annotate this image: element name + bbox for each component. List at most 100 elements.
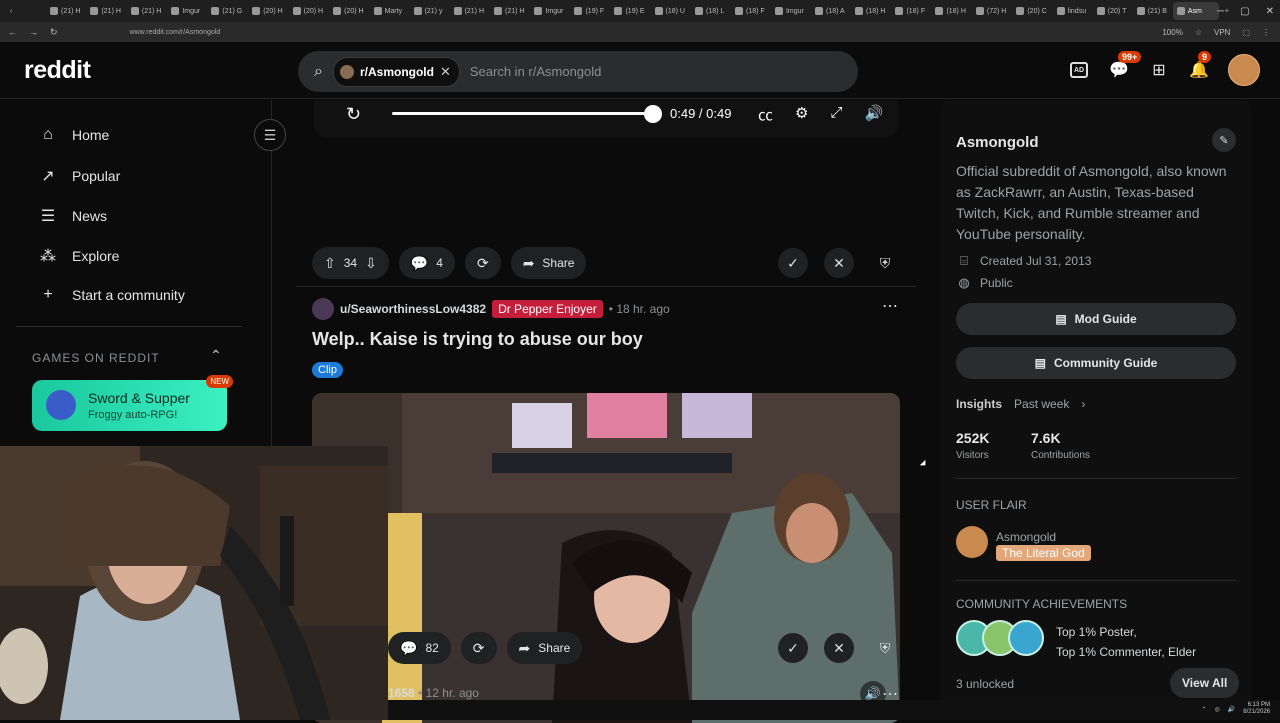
browser-tab[interactable]: (72) H bbox=[972, 2, 1010, 20]
fullscreen-icon[interactable]: ⤢ bbox=[830, 104, 842, 125]
sidebar-item-home[interactable]: ⌂ Home bbox=[38, 126, 109, 144]
browser-tab[interactable]: (21) H bbox=[450, 2, 488, 20]
browser-tab[interactable]: Imgur bbox=[771, 2, 809, 20]
browser-tab[interactable]: Imgur bbox=[530, 2, 568, 20]
comments-button[interactable]: 💬 82 bbox=[388, 632, 451, 664]
shield-icon[interactable]: ⛨ bbox=[870, 248, 900, 278]
browser-tab[interactable]: (20) T bbox=[1093, 2, 1131, 20]
browser-tab[interactable]: Asm bbox=[1172, 2, 1219, 20]
crosspost-button[interactable]: ⟳ bbox=[464, 247, 501, 279]
notifications-icon[interactable]: 🔔 9 bbox=[1188, 51, 1212, 81]
tray-chevron-icon[interactable]: ⌃ bbox=[1202, 706, 1207, 713]
browser-tab[interactable]: (18) L bbox=[691, 2, 729, 20]
mod-guide-button[interactable]: ▤ Mod Guide bbox=[956, 303, 1236, 335]
extensions-icon[interactable]: ⬚ bbox=[1242, 28, 1250, 37]
browser-tab[interactable]: (18) F bbox=[891, 2, 929, 20]
reload-icon[interactable]: ↻ bbox=[50, 27, 58, 38]
video-progress-thumb[interactable] bbox=[644, 105, 662, 123]
remove-icon[interactable]: ✕ bbox=[824, 248, 854, 278]
post-video[interactable]: 🔊 bbox=[312, 393, 900, 723]
crosspost-button[interactable]: ⟳ bbox=[460, 632, 497, 664]
video-progress-track[interactable] bbox=[392, 112, 654, 115]
edit-pencil-icon[interactable]: ✎ bbox=[1212, 128, 1236, 152]
share-button[interactable]: ➦ Share bbox=[510, 247, 587, 279]
url-field[interactable]: www.reddit.com/r/Asmongold bbox=[130, 29, 221, 36]
post-flair-tag[interactable]: Clip bbox=[312, 362, 343, 378]
insights-row[interactable]: Insights Past week › bbox=[956, 397, 1085, 411]
browser-tab[interactable]: (20) H bbox=[248, 2, 286, 20]
post-title[interactable]: Welp.. Kaise is trying to abuse our boy bbox=[312, 329, 643, 350]
bookmark-star-icon[interactable]: ☆ bbox=[1195, 28, 1202, 37]
comments-button[interactable]: 💬 4 bbox=[398, 247, 455, 279]
captions-icon[interactable]: ㏄ bbox=[758, 104, 773, 125]
browser-tab[interactable]: (18) H bbox=[931, 2, 969, 20]
close-icon[interactable]: ✕ bbox=[1266, 6, 1274, 17]
subreddit-search-chip[interactable]: r/Asmongold ✕ bbox=[332, 56, 460, 87]
more-options-icon[interactable]: ⋯ bbox=[882, 296, 898, 316]
sidebar-item-popular[interactable]: ↗ Popular bbox=[38, 166, 120, 186]
mouse-cursor bbox=[919, 459, 929, 469]
next-post-author[interactable]: 1658 bbox=[388, 686, 415, 700]
approve-icon[interactable]: ✓ bbox=[778, 633, 808, 663]
reddit-logo[interactable]: reddit bbox=[24, 56, 91, 85]
menu-icon[interactable]: ⋮ bbox=[1262, 28, 1270, 37]
browser-tab[interactable]: lindsu bbox=[1053, 2, 1091, 20]
sidebar-item-news[interactable]: ☰ News bbox=[38, 206, 107, 226]
downvote-icon[interactable]: ⇩ bbox=[365, 255, 377, 272]
user-avatar[interactable] bbox=[1228, 54, 1260, 86]
settings-gear-icon[interactable]: ⚙ bbox=[795, 104, 808, 125]
upvote-icon[interactable]: ⇧ bbox=[324, 255, 336, 272]
volume-icon[interactable]: 🔊 bbox=[864, 104, 883, 125]
browser-tab[interactable]: (18) U bbox=[651, 2, 689, 20]
vpn-badge[interactable]: VPN bbox=[1214, 28, 1230, 37]
create-post-icon[interactable]: ⊞ bbox=[1148, 59, 1170, 81]
browser-tab[interactable]: (21) H bbox=[490, 2, 528, 20]
zoom-level[interactable]: 100% bbox=[1162, 28, 1182, 37]
view-all-button[interactable]: View All bbox=[1170, 668, 1240, 698]
chip-close-icon[interactable]: ✕ bbox=[440, 64, 451, 80]
chevron-up-icon[interactable]: ⌃ bbox=[210, 347, 222, 364]
browser-tab[interactable]: (21) H bbox=[46, 2, 84, 20]
browser-tab[interactable]: (20) H bbox=[289, 2, 327, 20]
game-card-sword-supper[interactable]: Sword & Supper Froggy auto-RPG! NEW bbox=[32, 375, 233, 431]
browser-tab[interactable]: (19) F bbox=[570, 2, 608, 20]
community-guide-button[interactable]: ▤ Community Guide bbox=[956, 347, 1236, 379]
browser-tab[interactable]: (18) H bbox=[851, 2, 889, 20]
browser-tab[interactable]: Imgur bbox=[167, 2, 205, 20]
sidebar-item-explore[interactable]: ⁂ Explore bbox=[38, 246, 119, 266]
browser-tab[interactable]: (21) G bbox=[207, 2, 246, 20]
browser-tab[interactable]: (21) B bbox=[1133, 2, 1171, 20]
replay-icon[interactable]: ↻ bbox=[346, 104, 361, 125]
achievement-badges[interactable] bbox=[956, 620, 1046, 658]
advertise-icon[interactable]: AD bbox=[1068, 59, 1090, 81]
tab-label: (21) H bbox=[101, 7, 121, 15]
back-icon[interactable]: ← bbox=[8, 27, 17, 37]
browser-tab[interactable]: (20) H bbox=[329, 2, 367, 20]
post-author[interactable]: u/SeaworthinessLow4382 bbox=[340, 302, 486, 316]
search-bar[interactable]: ⌕ r/Asmongold ✕ Search in r/Asmongold bbox=[298, 51, 858, 92]
browser-tab[interactable]: (18) A bbox=[811, 2, 849, 20]
share-button[interactable]: ➦ Share bbox=[506, 632, 583, 664]
maximize-icon[interactable]: ▢ bbox=[1240, 6, 1249, 17]
browser-tab[interactable]: (18) F bbox=[731, 2, 769, 20]
browser-tab[interactable]: (20) C bbox=[1012, 2, 1050, 20]
browser-tab[interactable]: Marty bbox=[370, 2, 408, 20]
browser-tab[interactable]: (19) E bbox=[610, 2, 648, 20]
shield-icon[interactable]: ⛨ bbox=[870, 633, 900, 663]
sidebar-item-start-community[interactable]: + Start a community bbox=[38, 286, 185, 304]
forward-icon[interactable]: → bbox=[29, 27, 38, 37]
browser-tab[interactable]: (21) H bbox=[86, 2, 124, 20]
volume-icon[interactable]: 🔊 bbox=[1228, 706, 1235, 713]
minimize-icon[interactable]: ─ bbox=[1217, 6, 1224, 17]
chat-icon[interactable]: 💬 99+ bbox=[1108, 51, 1142, 81]
approve-icon[interactable]: ✓ bbox=[778, 248, 808, 278]
browser-tab[interactable]: (21) y bbox=[410, 2, 448, 20]
author-avatar[interactable] bbox=[312, 298, 334, 320]
network-icon[interactable]: ◎ bbox=[1215, 706, 1220, 713]
tab-scroll-icon[interactable]: ‹ bbox=[6, 2, 44, 20]
remove-icon[interactable]: ✕ bbox=[824, 633, 854, 663]
search-input[interactable]: Search in r/Asmongold bbox=[470, 64, 602, 79]
sidebar-collapse-button[interactable]: ☰ bbox=[254, 119, 286, 151]
browser-tab[interactable]: (21) H bbox=[127, 2, 165, 20]
taskbar-clock[interactable]: 6:13 PM 8/21/2026 bbox=[1243, 702, 1270, 716]
